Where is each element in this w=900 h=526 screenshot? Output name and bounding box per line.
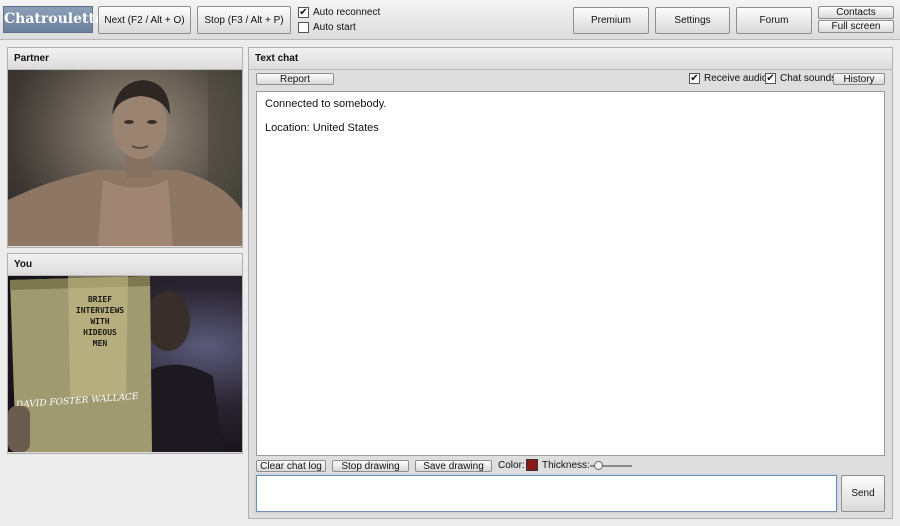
report-button[interactable]: Report: [256, 73, 334, 85]
contacts-button[interactable]: Contacts: [818, 6, 894, 19]
book-title-line: MEN: [92, 339, 108, 348]
chat-message: Connected to somebody.: [265, 98, 387, 110]
chat-message: Location: United States: [265, 122, 379, 134]
auto-start-checkbox[interactable]: Auto start: [298, 22, 356, 33]
chat-log[interactable]: Connected to somebody. Location: United …: [256, 91, 885, 456]
book-title-line: WITH: [90, 317, 110, 326]
color-picker-swatch[interactable]: [526, 459, 538, 471]
premium-button[interactable]: Premium: [573, 7, 649, 34]
you-video: BRIEF INTERVIEWS WITH HIDEOUS MEN DAVID …: [8, 276, 242, 452]
next-button[interactable]: Next (F2 / Alt + O): [98, 6, 191, 34]
text-chat-title: Text chat: [249, 48, 892, 70]
send-button[interactable]: Send: [841, 475, 885, 512]
forum-button[interactable]: Forum: [736, 7, 812, 34]
color-label: Color:: [498, 460, 525, 471]
top-bar: Chatroulette Next (F2 / Alt + O) Stop (F…: [0, 0, 900, 40]
partner-person-illustration: [8, 70, 242, 246]
stop-button[interactable]: Stop (F3 / Alt + P): [197, 6, 291, 34]
settings-button[interactable]: Settings: [655, 7, 730, 34]
book-title-line: BRIEF: [87, 295, 113, 304]
fullscreen-button[interactable]: Full screen: [818, 20, 894, 33]
history-button[interactable]: History: [833, 73, 885, 85]
auto-start-label: Auto start: [313, 22, 356, 33]
auto-reconnect-check[interactable]: ✔: [298, 7, 309, 18]
chat-sounds-check[interactable]: ✔: [765, 73, 776, 84]
receive-audio-check[interactable]: ✔: [689, 73, 700, 84]
auto-reconnect-checkbox[interactable]: ✔ Auto reconnect: [298, 7, 380, 18]
partner-title: Partner: [8, 48, 242, 70]
book-title-line: INTERVIEWS: [75, 306, 125, 315]
auto-reconnect-label: Auto reconnect: [313, 7, 381, 18]
auto-start-check[interactable]: [298, 22, 309, 33]
save-drawing-button[interactable]: Save drawing: [415, 460, 492, 472]
you-title: You: [8, 254, 242, 276]
book-title-line: HIDEOUS: [83, 328, 117, 337]
clear-chat-log-button[interactable]: Clear chat log: [256, 460, 326, 472]
hand: [8, 406, 30, 452]
chat-message-input[interactable]: [256, 475, 837, 512]
stop-drawing-button[interactable]: Stop drawing: [332, 460, 409, 472]
receive-audio-checkbox[interactable]: ✔ Receive audio: [689, 73, 767, 84]
logo: Chatroulette: [3, 6, 104, 33]
chat-sounds-checkbox[interactable]: ✔ Chat sounds: [765, 73, 836, 84]
receive-audio-label: Receive audio: [704, 73, 768, 84]
thickness-label: Thickness:: [542, 460, 590, 471]
partner-video: [8, 70, 242, 246]
book-title: BRIEF INTERVIEWS WITH HIDEOUS MEN: [68, 294, 132, 349]
chat-sounds-label: Chat sounds: [780, 73, 837, 84]
